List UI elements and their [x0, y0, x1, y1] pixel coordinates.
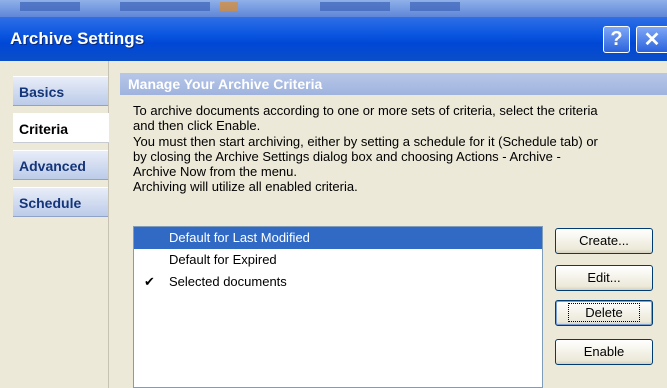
nav-tab-criteria[interactable]: Criteria [13, 113, 109, 143]
settings-nav: Basics Criteria Advanced Schedule [0, 61, 109, 388]
check-icon: ✔ [144, 274, 155, 289]
instructions-line: You must then start archiving, either by… [133, 133, 598, 149]
create-button[interactable]: Create... [555, 228, 653, 254]
nav-tab-advanced[interactable]: Advanced [13, 150, 108, 180]
criteria-label: Default for Last Modified [169, 230, 310, 245]
instructions-text: To archive documents according to one or… [133, 103, 667, 195]
instructions-line: Archive Now from the menu. [133, 164, 298, 180]
list-item[interactable]: Default for Last Modified [134, 227, 542, 249]
background-fragment [410, 2, 460, 11]
nav-tab-schedule[interactable]: Schedule [13, 187, 108, 217]
instructions-line: and then click Enable. [133, 118, 261, 134]
enable-button[interactable]: Enable [555, 339, 653, 365]
edit-button[interactable]: Edit... [555, 265, 653, 291]
instructions-line: To archive documents according to one or… [133, 103, 598, 118]
background-fragment [20, 2, 80, 11]
delete-button[interactable]: Delete [555, 300, 653, 326]
title-bar: Archive Settings ? ✕ [0, 17, 667, 61]
delete-button-label: Delete [568, 303, 640, 322]
background-fragment [320, 2, 390, 11]
instructions-line: Archiving will utilize all enabled crite… [133, 179, 358, 195]
criteria-label: Selected documents [169, 274, 287, 289]
criteria-list[interactable]: Default for Last Modified Default for Ex… [133, 226, 543, 388]
background-fragment [220, 2, 238, 11]
window-title: Archive Settings [10, 29, 145, 48]
background-fragment [120, 2, 210, 11]
help-button[interactable]: ? [603, 26, 630, 53]
background-window-strip [0, 0, 667, 17]
list-item[interactable]: Default for Expired [134, 249, 542, 271]
instructions-line: by closing the Archive Settings dialog b… [133, 148, 561, 164]
close-button[interactable]: ✕ [636, 26, 667, 53]
list-item[interactable]: ✔ Selected documents [134, 271, 542, 293]
nav-tab-basics[interactable]: Basics [13, 76, 108, 106]
criteria-label: Default for Expired [169, 252, 277, 267]
section-title: Manage Your Archive Criteria [120, 73, 667, 95]
